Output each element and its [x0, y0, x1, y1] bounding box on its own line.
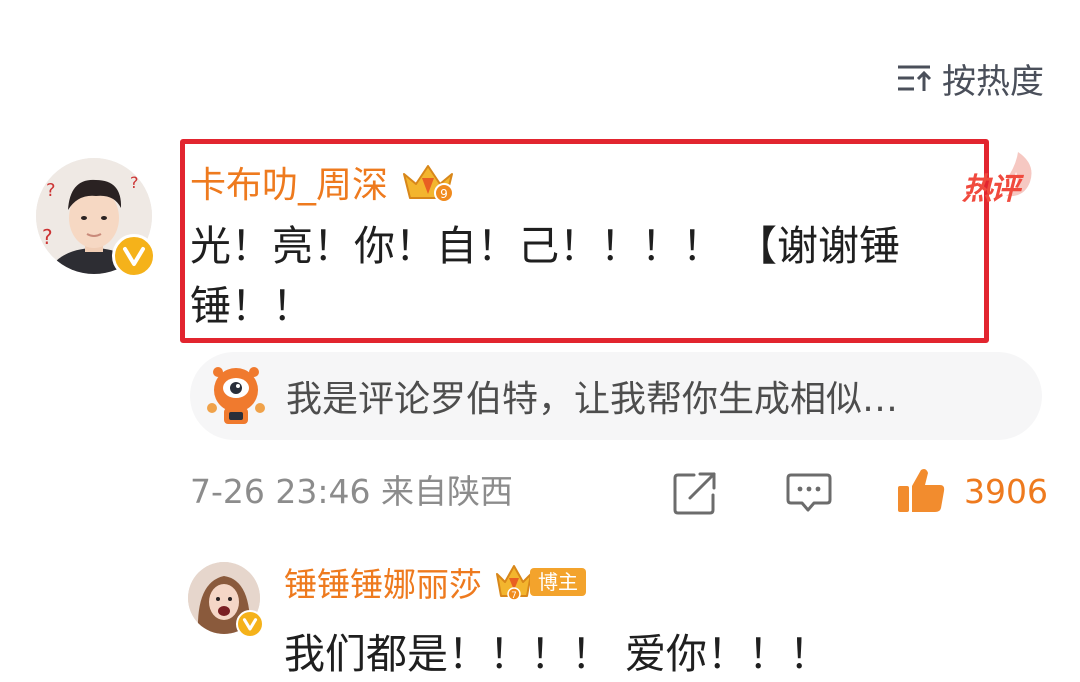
hot-comment-tag: 热评 [962, 150, 1038, 207]
comment-robot-icon [207, 367, 265, 424]
reply-verified-badge-icon [236, 610, 264, 638]
sort-by-hot-button[interactable]: 按热度 [896, 56, 1044, 102]
reply-avatar[interactable] [188, 562, 264, 638]
blogger-badge: 博主 [530, 568, 586, 596]
comment-icon[interactable] [786, 472, 832, 514]
commenter-avatar[interactable]: ? ? ? [36, 158, 156, 278]
sort-hot-icon [898, 65, 932, 91]
crown-level-icon: 7 [496, 565, 532, 601]
comment-time-location: 7-26 23:46 来自陕西 [190, 472, 513, 511]
svg-text:9: 9 [440, 187, 448, 201]
share-icon[interactable] [672, 470, 718, 516]
like-count: 3906 [964, 472, 1048, 511]
hot-tag-label: 热评 [962, 172, 1020, 207]
thumbs-up-icon[interactable] [896, 466, 946, 516]
ai-suggestion-text: 我是评论罗伯特，让我帮你生成相似… [286, 379, 899, 420]
reply-username-label: 锤锤锤娜丽莎 [284, 565, 482, 604]
username-label: 卡布叻_周深 [190, 165, 389, 206]
sort-label: 按热度 [942, 61, 1044, 102]
svg-text:?: ? [42, 225, 53, 249]
comment-text: 光！亮！你！自！己！！！！ 【谢谢锤锤！！ [190, 222, 901, 330]
commenter-name[interactable]: 卡布叻_周深 9 [190, 158, 456, 206]
reply-username[interactable]: 锤锤锤娜丽莎 7 博主 [284, 560, 586, 604]
verified-badge-icon [112, 234, 156, 278]
crown-level-icon: 9 [403, 165, 455, 203]
svg-text:?: ? [46, 180, 56, 201]
reply-text: 我们都是！！！！ 爱你！！！ [284, 630, 831, 678]
svg-text:?: ? [130, 173, 139, 192]
ai-suggestion-bubble[interactable]: 我是评论罗伯特，让我帮你生成相似… [190, 352, 1042, 440]
svg-text:7: 7 [511, 591, 517, 601]
